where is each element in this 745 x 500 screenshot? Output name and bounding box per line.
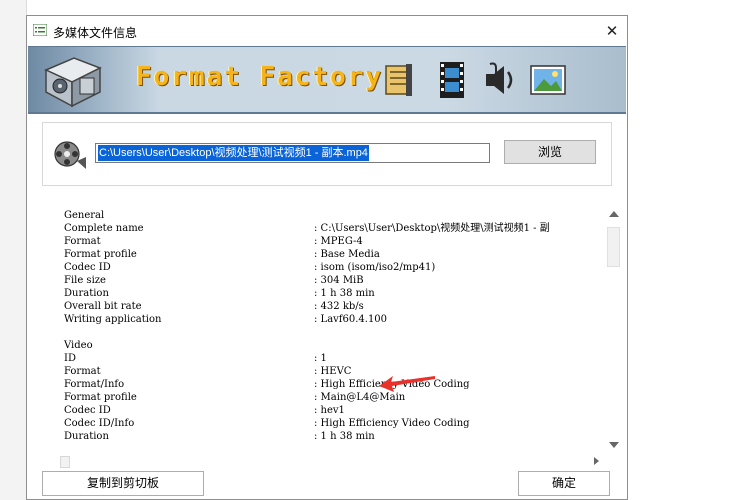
- info-row: Format/Info: High Efficiency Video Codin…: [64, 378, 594, 391]
- file-path-input[interactable]: C:\Users\User\Desktop\视频处理\测试视频1 - 副本.mp…: [95, 143, 490, 163]
- info-row: Codec ID/Info : High Efficiency Video Cod…: [64, 417, 594, 430]
- scroll-thumb[interactable]: [607, 227, 620, 267]
- brand-title: Format Factory: [136, 62, 384, 92]
- info-row: Writing application : Lavf60.4.100: [64, 313, 594, 326]
- ok-button[interactable]: 确定: [518, 471, 610, 496]
- info-row: ID : 1: [64, 352, 594, 365]
- info-key: Format profile: [64, 392, 137, 403]
- format-factory-logo-icon: [44, 57, 102, 108]
- horizontal-scroll-thumb[interactable]: [60, 456, 70, 468]
- picture-icon: [530, 65, 566, 95]
- title-bar[interactable]: 多媒体文件信息 ✕: [27, 16, 627, 46]
- info-value: : High Efficiency Video Coding: [314, 418, 470, 429]
- media-info-text: General Complete name : C:\Users\User\Desk…: [64, 209, 594, 443]
- info-value: : 1 h 38 min: [314, 288, 375, 299]
- info-key: Writing application: [64, 314, 162, 325]
- info-value: : hev1: [314, 405, 345, 416]
- close-icon[interactable]: ✕: [603, 22, 621, 40]
- info-key: Format/Info: [64, 379, 125, 390]
- info-value: : 304 MiB: [314, 275, 364, 286]
- scroll-right-icon[interactable]: [594, 457, 599, 465]
- background-window-strip: [0, 0, 27, 500]
- info-row: Codec ID : isom (isom/iso2/mp41): [64, 261, 594, 274]
- list-icon: [33, 24, 47, 36]
- info-row: Complete name : C:\Users\User\Desktop\视频处…: [64, 222, 594, 235]
- info-row: General: [64, 209, 594, 222]
- info-row: Format : MPEG-4: [64, 235, 594, 248]
- info-key: File size: [64, 275, 106, 286]
- window-title: 多媒体文件信息: [53, 26, 138, 40]
- info-row: Video: [64, 339, 594, 352]
- info-key: Format: [64, 366, 101, 377]
- media-info-dialog: 多媒体文件信息 ✕ Format Factory C:\Users\User\D…: [26, 15, 628, 500]
- info-row: Format : HEVC: [64, 365, 594, 378]
- info-value: : HEVC: [314, 366, 352, 377]
- info-key: Duration: [64, 288, 109, 299]
- info-row: Duration : 1 h 38 min: [64, 430, 594, 443]
- info-key: Overall bit rate: [64, 301, 142, 312]
- info-value: : isom (isom/iso2/mp41): [314, 262, 436, 273]
- vertical-scrollbar[interactable]: [606, 209, 622, 454]
- info-key: General: [64, 210, 105, 221]
- media-info-textarea[interactable]: General Complete name : C:\Users\User\Desk…: [43, 209, 613, 469]
- info-value: : 1 h 38 min: [314, 431, 375, 442]
- video-film-icon: [440, 62, 464, 98]
- info-row: Format profile: Main@L4@Main: [64, 391, 594, 404]
- info-value: : Base Media: [314, 249, 380, 260]
- info-key: Format: [64, 236, 101, 247]
- info-value: : Lavf60.4.100: [314, 314, 388, 325]
- film-reel-icon: [54, 141, 86, 169]
- file-select-panel: C:\Users\User\Desktop\视频处理\测试视频1 - 副本.mp…: [42, 122, 612, 186]
- info-key: Video: [64, 340, 93, 351]
- annotation-arrow-icon: [379, 376, 435, 392]
- format-factory-banner: Format Factory: [28, 46, 626, 114]
- audio-speaker-icon: [486, 62, 513, 94]
- info-value: : 1: [314, 353, 327, 364]
- info-key: Complete name: [64, 223, 144, 234]
- info-key: Duration: [64, 431, 109, 442]
- info-row: Duration : 1 h 38 min: [64, 287, 594, 300]
- info-key: Format profile: [64, 249, 137, 260]
- info-key: ID: [64, 353, 76, 364]
- info-key: Codec ID: [64, 262, 111, 273]
- info-value: : C:\Users\User\Desktop\视频处理\测试视频1 - 副: [314, 223, 550, 234]
- info-row: Codec ID : hev1: [64, 404, 594, 417]
- info-row: File size : 304 MiB: [64, 274, 594, 287]
- scroll-down-icon[interactable]: [609, 442, 619, 448]
- document-icon: [385, 64, 412, 96]
- scroll-up-icon[interactable]: [609, 211, 619, 217]
- info-key: Codec ID: [64, 405, 111, 416]
- info-value: : MPEG-4: [314, 236, 363, 247]
- info-row: [64, 326, 594, 339]
- info-row: Overall bit rate : 432 kb/s: [64, 300, 594, 313]
- file-path-text: C:\Users\User\Desktop\视频处理\测试视频1 - 副本.mp…: [98, 145, 369, 161]
- info-row: Format profile : Base Media: [64, 248, 594, 261]
- browse-button[interactable]: 浏览: [504, 140, 596, 164]
- info-value: : 432 kb/s: [314, 301, 364, 312]
- horizontal-scrollbar[interactable]: [60, 454, 605, 468]
- copy-to-clipboard-button[interactable]: 复制到剪切板: [42, 471, 204, 496]
- info-key: Codec ID/Info: [64, 418, 135, 429]
